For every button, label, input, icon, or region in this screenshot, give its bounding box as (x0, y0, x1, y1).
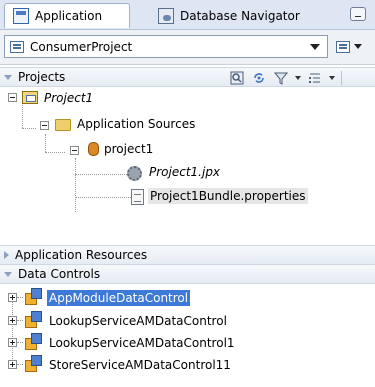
data-controls-tree: AppModuleDataControl LookupServiceAMData… (0, 284, 375, 384)
project-tree: Project1 Application Sources project1 Pr… (0, 88, 375, 248)
data-control-item[interactable]: AppModuleDataControl (47, 290, 191, 306)
data-control-icon (25, 311, 43, 329)
project-combo-icon (10, 40, 24, 53)
tree-guide-line (12, 294, 14, 363)
collapse-triangle-icon (4, 74, 12, 80)
toolbar-separator (341, 71, 342, 85)
folder-icon (55, 119, 71, 131)
data-control-icon (25, 355, 43, 373)
expand-toggle[interactable] (8, 338, 17, 347)
tree-guide-line (22, 102, 24, 128)
data-control-icon (25, 288, 43, 306)
chevron-down-icon (310, 44, 320, 50)
data-controls-section-header[interactable]: Data Controls (0, 264, 375, 284)
tree-guide-line (17, 320, 23, 322)
project-select[interactable]: ConsumerProject (4, 35, 328, 58)
application-icon (13, 8, 29, 24)
collapse-toggle[interactable] (8, 93, 17, 102)
project-menu-button[interactable] (334, 35, 370, 58)
projects-section-header[interactable]: Projects (0, 67, 375, 87)
data-control-item[interactable]: StoreServiceAMDataControl11 (49, 357, 231, 373)
tree-item-project1-package[interactable]: project1 (104, 141, 153, 157)
tab-application-label: Application (35, 9, 103, 23)
expand-toggle[interactable] (8, 316, 17, 325)
tab-database-navigator[interactable]: Database Navigator (150, 3, 330, 28)
chevron-down-icon[interactable] (295, 76, 301, 80)
tree-item-project1[interactable]: Project1 (44, 90, 93, 106)
expand-toggle[interactable] (8, 293, 17, 302)
tree-item-project1-jpx[interactable]: Project1.jpx (149, 164, 220, 180)
tree-item-application-sources[interactable]: Application Sources (77, 116, 195, 132)
collapse-toggle[interactable] (40, 121, 49, 130)
data-control-item[interactable]: LookupServiceAMDataControl (49, 313, 227, 329)
tree-guide-line (75, 174, 133, 176)
project-icon (22, 91, 38, 104)
database-navigator-icon (158, 7, 174, 24)
group-by-icon[interactable] (307, 70, 323, 86)
tree-item-project1bundle-properties[interactable]: Project1Bundle.properties (148, 188, 308, 204)
minimize-button[interactable] (350, 7, 366, 21)
collapse-toggle[interactable] (70, 146, 79, 155)
sync-icon[interactable] (251, 70, 267, 86)
application-resources-label: Application Resources (15, 248, 148, 262)
application-menu-icon (336, 40, 350, 53)
tab-application[interactable]: Application (4, 3, 130, 28)
collapse-triangle-icon (4, 271, 12, 277)
tree-guide-line (75, 158, 77, 212)
tree-guide-line (75, 197, 133, 199)
tab-database-navigator-label: Database Navigator (180, 8, 300, 23)
expand-toggle[interactable] (8, 360, 17, 369)
find-icon[interactable] (229, 70, 245, 86)
chevron-down-icon (354, 44, 362, 49)
data-control-icon (25, 333, 43, 351)
filter-icon[interactable] (273, 70, 289, 86)
tree-guide-line (17, 364, 23, 366)
data-controls-label: Data Controls (18, 267, 101, 281)
package-icon (88, 142, 99, 156)
data-control-item[interactable]: LookupServiceAMDataControl1 (49, 335, 235, 351)
tree-guide-line (17, 297, 23, 299)
gear-icon (127, 166, 142, 181)
project-select-value: ConsumerProject (30, 39, 133, 54)
tree-guide-line (17, 342, 23, 344)
expand-triangle-icon (4, 251, 9, 259)
tree-guide-line (22, 128, 36, 130)
tree-guide-line (45, 134, 47, 152)
chevron-down-icon[interactable] (329, 76, 335, 80)
application-resources-section-header[interactable]: Application Resources (0, 245, 375, 265)
properties-file-icon (131, 189, 144, 205)
tree-guide-line (45, 152, 65, 154)
project-selector-row: ConsumerProject (0, 30, 375, 65)
projects-toolbar (229, 70, 342, 86)
navigator-tab-bar: Application Database Navigator (0, 0, 375, 30)
projects-section-label: Projects (18, 70, 66, 84)
